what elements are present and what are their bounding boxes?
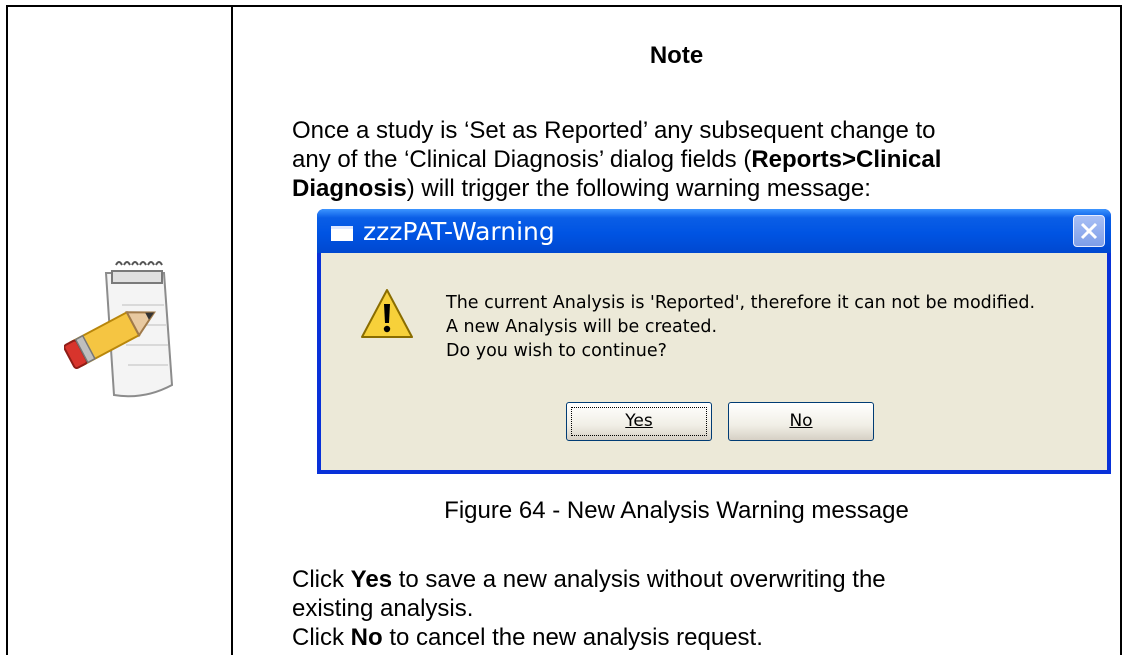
close-button[interactable] [1073, 215, 1105, 247]
no-instruction-bold: No [350, 624, 383, 651]
no-instruction-pre: Click [292, 624, 351, 651]
message-line-2: A new Analysis will be created. [446, 317, 718, 337]
no-instruction: Click No to cancel the new analysis requ… [292, 623, 1112, 652]
close-icon [1080, 222, 1098, 240]
yes-instruction: Click Yes to save a new analysis without… [292, 565, 1112, 623]
table-right-border [1120, 5, 1122, 655]
notepad-pencil-icon [64, 261, 174, 398]
yes-instruction-post: to save a new analysis without overwriti… [392, 566, 886, 593]
yes-instruction-bold: Yes [350, 566, 393, 593]
dialog-body: The current Analysis is 'Reported', ther… [321, 253, 1107, 470]
table-column-divider [231, 5, 233, 655]
table-top-border [6, 5, 1120, 7]
note-title: Note [649, 42, 704, 69]
note-intro-paragraph: Once a study is ‘Set as Reported’ any su… [292, 116, 1112, 203]
table-left-border [6, 5, 8, 655]
dialog-title: zzzPAT-Warning [363, 217, 555, 246]
yes-button[interactable]: Yes [566, 402, 712, 441]
figure-caption: Figure 64 - New Analysis Warning message [444, 497, 909, 524]
no-button-label: No [789, 411, 813, 431]
message-line-3: Do you wish to continue? [446, 341, 667, 361]
no-instruction-post: to cancel the new analysis request. [382, 624, 763, 651]
window-icon [331, 226, 353, 241]
warning-icon [361, 289, 413, 338]
intro-text-3: ) will trigger the following warning mes… [406, 175, 871, 202]
yes-instruction-pre: Click [292, 566, 351, 593]
yes-instruction-post-2: existing analysis. [292, 595, 474, 622]
intro-text-2: any of the ‘Clinical Diagnosis’ dialog f… [292, 146, 752, 173]
no-button[interactable]: No [728, 402, 874, 441]
message-line-1: The current Analysis is 'Reported', ther… [446, 293, 1036, 313]
warning-dialog: zzzPAT-Warning The current Analysis is '… [317, 209, 1111, 474]
intro-menu-path: Reports>Clinical [751, 146, 942, 173]
intro-text-1: Once a study is ‘Set as Reported’ any su… [292, 117, 936, 144]
focus-rect [571, 407, 707, 436]
intro-menu-item: Diagnosis [292, 175, 407, 202]
dialog-titlebar[interactable]: zzzPAT-Warning [317, 209, 1111, 253]
dialog-message: The current Analysis is 'Reported', ther… [446, 291, 1035, 363]
